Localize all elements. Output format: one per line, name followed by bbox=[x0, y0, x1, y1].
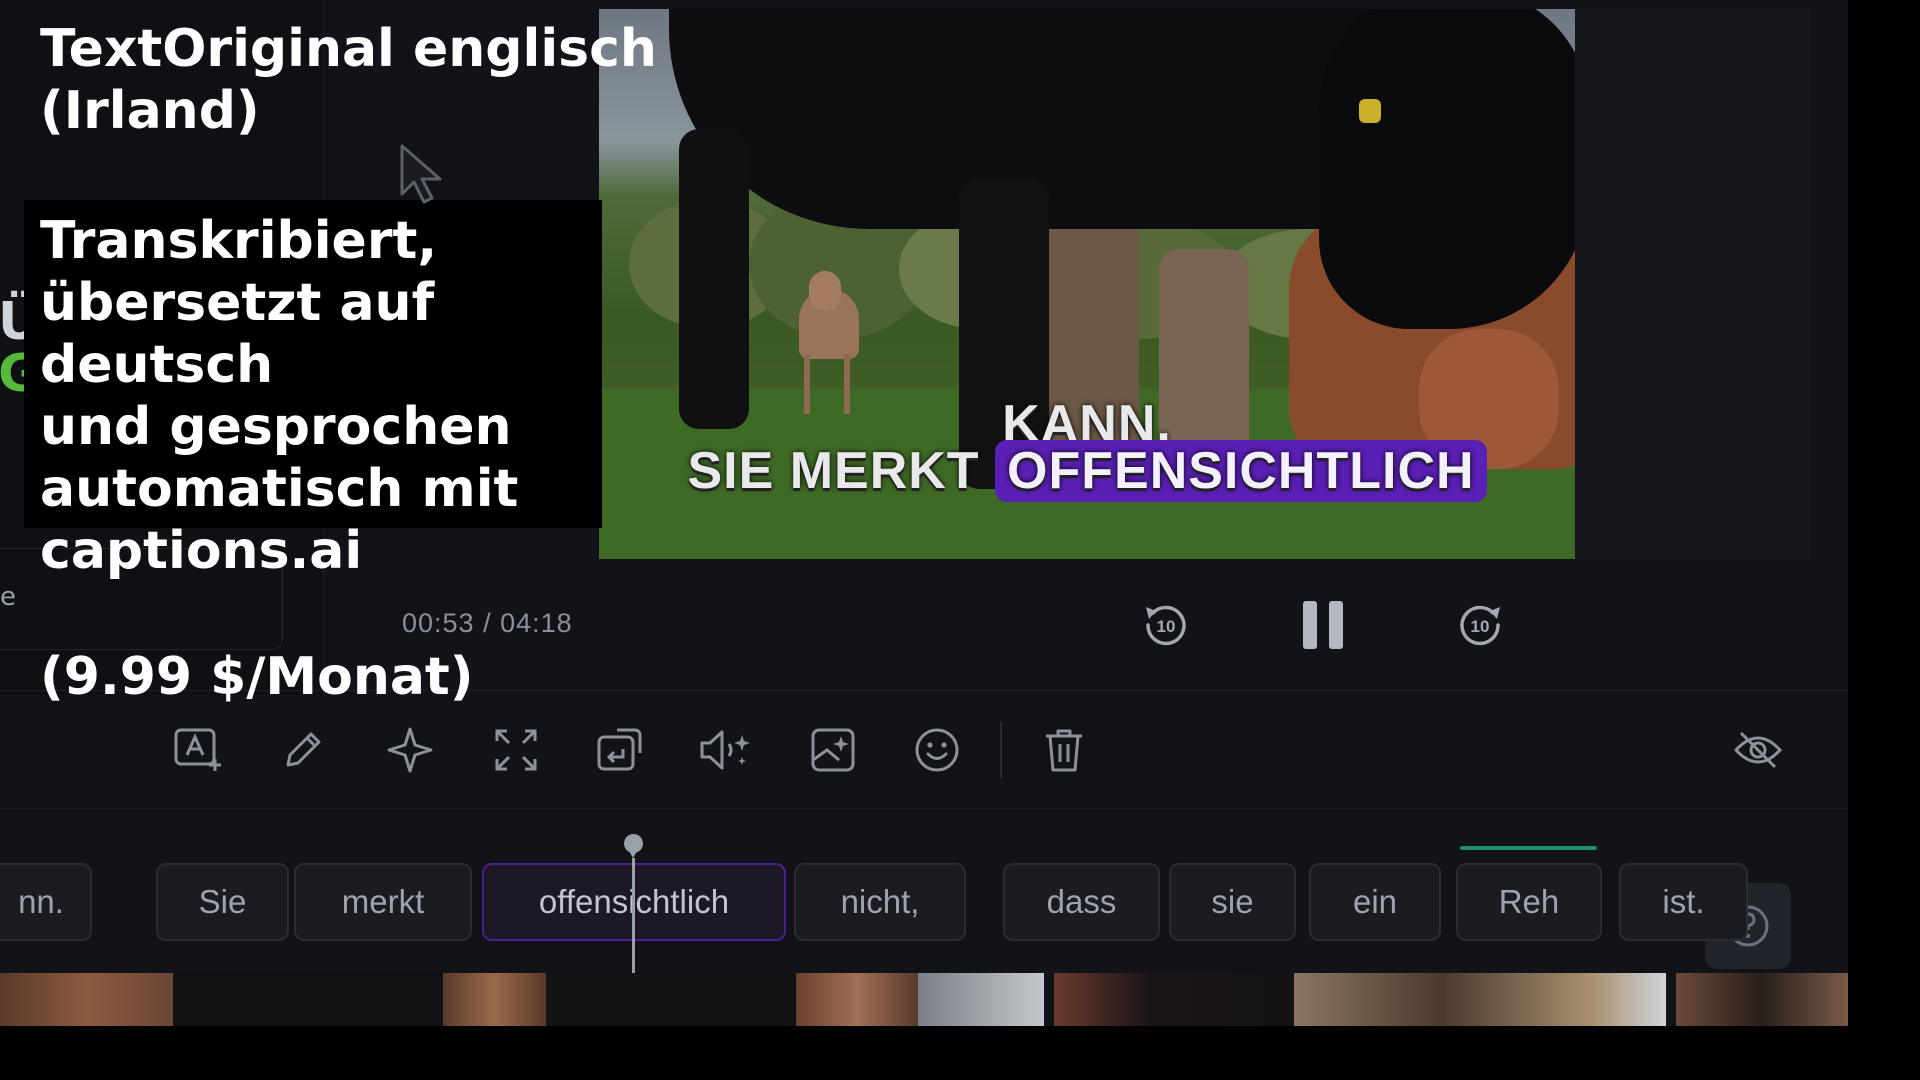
caption-word-chip[interactable]: nn. bbox=[0, 863, 92, 941]
clip-thumbnail[interactable] bbox=[546, 973, 796, 1026]
pencil-icon bbox=[286, 732, 321, 767]
delete-button[interactable] bbox=[1036, 722, 1092, 778]
caption-word-chip[interactable]: dass bbox=[1003, 863, 1160, 941]
rewind-10-icon: 10 bbox=[1146, 605, 1186, 646]
ai-image-button[interactable] bbox=[805, 722, 861, 778]
trash-icon bbox=[1046, 729, 1082, 772]
ai-voice-button[interactable] bbox=[697, 722, 753, 778]
subtitle-lead-text: SIE MERKT bbox=[687, 442, 980, 500]
edit-button[interactable] bbox=[275, 722, 331, 778]
skip-back-button[interactable]: 10 bbox=[1138, 597, 1194, 653]
divider bbox=[0, 808, 1848, 809]
black-cow-head bbox=[1319, 9, 1575, 329]
ai-image-icon bbox=[811, 728, 855, 772]
playhead-pointer bbox=[627, 848, 639, 858]
caption-word-chip[interactable]: ein bbox=[1309, 863, 1441, 941]
segment-progress-bar bbox=[1460, 846, 1597, 850]
replace-clip-icon bbox=[597, 728, 642, 771]
clip-thumbnail[interactable] bbox=[796, 973, 918, 1026]
emoji-button[interactable] bbox=[909, 722, 965, 778]
deer-head bbox=[809, 271, 841, 311]
emoji-icon bbox=[915, 728, 959, 772]
clip-thumbnail[interactable] bbox=[443, 973, 546, 1026]
ear-tag bbox=[1359, 99, 1381, 123]
mouse-cursor-icon bbox=[398, 142, 454, 210]
overlay-price: (9.99 $/Monat) bbox=[40, 647, 474, 707]
pause-button[interactable] bbox=[1296, 597, 1352, 653]
clip-thumbnail[interactable] bbox=[1054, 973, 1294, 1026]
caption-word-chip[interactable]: ist. bbox=[1619, 863, 1748, 941]
caption-word-chip[interactable]: sie bbox=[1169, 863, 1296, 941]
overlay-title: TextOriginal englisch (Irland) bbox=[40, 19, 657, 141]
skip-back-label: 10 bbox=[1157, 617, 1176, 636]
fullscreen-button[interactable] bbox=[488, 722, 544, 778]
caption-word-chip[interactable]: Sie bbox=[156, 863, 289, 941]
video-preview[interactable]: KANN. SIE MERKT OFFENSICHTLICH bbox=[599, 9, 1575, 559]
expand-icon bbox=[495, 729, 537, 771]
black-cow-leg bbox=[679, 129, 749, 429]
clip-thumbnail[interactable] bbox=[1676, 973, 1848, 1026]
caption-word-chip[interactable]: merkt bbox=[294, 863, 472, 941]
skip-forward-button[interactable]: 10 bbox=[1452, 597, 1508, 653]
pause-icon bbox=[1303, 601, 1343, 649]
eye-off-icon bbox=[1733, 731, 1783, 769]
timecode-display: 00:53 / 04:18 bbox=[402, 608, 573, 638]
skip-forward-label: 10 bbox=[1471, 617, 1490, 636]
caption-word-chip[interactable]: nicht, bbox=[794, 863, 966, 941]
left-card-text: e bbox=[0, 582, 16, 612]
clip-thumbnail[interactable] bbox=[1294, 973, 1666, 1026]
forward-10-icon: 10 bbox=[1460, 605, 1500, 646]
clip-thumbnail[interactable] bbox=[918, 973, 1044, 1026]
subtitle-highlighted-word: OFFENSICHTLICH bbox=[995, 440, 1487, 502]
toolbar-separator bbox=[1000, 722, 1002, 778]
hide-captions-button[interactable] bbox=[1730, 722, 1786, 778]
subtitle-current-line: SIE MERKT OFFENSICHTLICH bbox=[599, 440, 1575, 502]
add-text-icon bbox=[174, 728, 221, 771]
caption-word-chip[interactable]: Reh bbox=[1456, 863, 1602, 941]
replace-clip-button[interactable] bbox=[591, 722, 647, 778]
ai-voice-icon bbox=[700, 730, 750, 770]
add-text-button[interactable] bbox=[171, 722, 227, 778]
effects-button[interactable] bbox=[382, 722, 438, 778]
clip-thumbnail[interactable] bbox=[0, 973, 173, 1026]
sparkle-icon bbox=[387, 727, 433, 773]
preview-background bbox=[1575, 9, 1810, 559]
overlay-description: Transkribiert, übersetzt auf deutsch und… bbox=[40, 211, 519, 581]
timeline-thumbnail-strip[interactable] bbox=[0, 973, 1848, 1026]
